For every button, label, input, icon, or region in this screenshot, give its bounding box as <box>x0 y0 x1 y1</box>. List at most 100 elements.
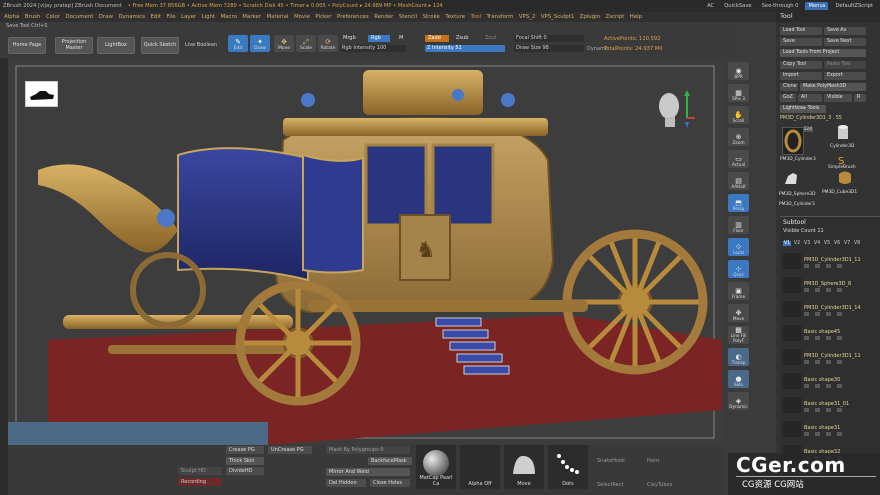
close-holes-button[interactable]: Close Holes <box>370 479 410 487</box>
visibility-eye-icon[interactable] <box>804 312 809 316</box>
zadd-toggle[interactable]: Zadd <box>425 35 449 42</box>
crease-pg-button[interactable]: Crease PG <box>226 446 264 454</box>
tool-thumb-cylinder-2[interactable]: PM3D_Cylinder3 <box>779 194 815 207</box>
lightbox-tools-button[interactable]: Lightbox▸ Tools <box>780 105 826 113</box>
lock-icon[interactable] <box>815 264 820 268</box>
subtool-item[interactable]: PM3D_Cylinder3D1_11 <box>783 347 879 369</box>
scale-mode-button[interactable]: ⤢ Scale <box>296 35 316 52</box>
projection-master-button[interactable]: Projection Master <box>55 37 93 54</box>
thick-skin-button[interactable]: Thick Skin <box>226 457 264 465</box>
quick-sketch-button[interactable]: Quick Sketch <box>141 37 179 54</box>
lock-icon[interactable] <box>815 384 820 388</box>
menu-brush[interactable]: Brush <box>25 14 41 20</box>
load-tools-from-project-button[interactable]: Load Tools From Project <box>780 49 866 57</box>
claytubes-brush[interactable]: ClayTubes <box>644 481 680 489</box>
stroke-slot[interactable]: Dots <box>548 445 588 489</box>
goz-r-button[interactable]: R <box>854 94 866 102</box>
tool-thumb-simplebrush[interactable]: S SimpleBrush <box>828 149 856 170</box>
visibility-tab-v6[interactable]: V6 <box>833 241 841 246</box>
goz-visible-button[interactable]: Visible <box>824 94 852 102</box>
sculpt-hd-button[interactable]: Sculpt HD <box>178 467 222 475</box>
shelf-zoom-button[interactable]: ⊕ Zoom <box>728 128 749 146</box>
menu-render[interactable]: Render <box>374 14 393 20</box>
menu-macro[interactable]: Macro <box>221 14 237 20</box>
navigation-gizmo[interactable] <box>653 84 697 134</box>
visibility-tab-v4[interactable]: V4 <box>813 241 821 246</box>
viewport-canvas[interactable]: ♞ <box>8 60 722 445</box>
m-toggle[interactable]: M <box>396 35 406 42</box>
copy-tool-button[interactable]: Copy Tool <box>780 61 822 69</box>
subtool-item[interactable]: Basic shape30 <box>783 371 879 393</box>
live-boolean-toggle[interactable]: Live Boolean <box>185 42 217 48</box>
mrgb-toggle[interactable]: Mrgb <box>340 35 359 42</box>
z-intensity-slider[interactable]: Z Intensity 51 <box>425 45 505 52</box>
subtool-item[interactable]: PM3D_Sphere3D_8 <box>783 275 879 297</box>
menu-picker[interactable]: Picker <box>315 14 331 20</box>
shelf-floor-button[interactable]: ▥ Floor <box>728 216 749 234</box>
visibility-eye-icon[interactable] <box>804 264 809 268</box>
visibility-tab-v8[interactable]: V8 <box>853 241 861 246</box>
save-next-button[interactable]: Save Next <box>824 38 866 46</box>
menu-zplugin[interactable]: Zplugin <box>580 14 600 20</box>
subtool-item[interactable]: Basic shape31_01 <box>783 395 879 417</box>
lock-icon[interactable] <box>815 336 820 340</box>
rotate-mode-button[interactable]: ⟳ Rotate <box>318 35 338 52</box>
visibility-tab-v3[interactable]: V3 <box>803 241 811 246</box>
export-button[interactable]: Export <box>824 72 866 80</box>
menu-preferences[interactable]: Preferences <box>337 14 369 20</box>
recording-button[interactable]: Recording <box>178 478 222 486</box>
shelf-local-button[interactable]: ⟐ Local <box>728 238 749 256</box>
shelf-actual-button[interactable]: ▭ Actual <box>728 150 749 168</box>
gear-icon[interactable] <box>837 288 842 292</box>
backface-mask-toggle[interactable]: BackfaceMask <box>368 457 412 465</box>
gear-icon[interactable] <box>837 264 842 268</box>
material-slot[interactable]: MatCap Pearl Ca <box>416 445 456 489</box>
ac-button[interactable]: AC <box>704 2 717 11</box>
visible-count-slider[interactable]: Visible Count 11 <box>780 228 880 234</box>
brush-slot[interactable]: Move <box>504 445 544 489</box>
polypaint-icon[interactable] <box>826 360 831 364</box>
shelf-spix-3-button[interactable]: ▦ SPix 3 <box>728 84 749 102</box>
save-button[interactable]: Save <box>780 38 822 46</box>
visibility-tab-v1[interactable]: V1 <box>783 241 791 246</box>
menu-material[interactable]: Material <box>267 14 289 20</box>
visibility-eye-icon[interactable] <box>804 360 809 364</box>
shelf-move-button[interactable]: ✥ Move <box>728 304 749 322</box>
subtool-item[interactable]: PM3D_Cylinder3D1_11 <box>783 251 879 273</box>
visibility-eye-icon[interactable] <box>804 384 809 388</box>
menu-light[interactable]: Light <box>202 14 215 20</box>
make-polymesh3d-button[interactable]: Make PolyMesh3D <box>800 83 866 91</box>
clone-button[interactable]: Clone <box>780 83 798 91</box>
shelf-frame-button[interactable]: ▣ Frame <box>728 282 749 300</box>
draw-mode-button[interactable]: ✦ Draw <box>250 35 270 52</box>
zcut-toggle[interactable]: Zcut <box>482 35 499 42</box>
gear-icon[interactable] <box>837 360 842 364</box>
lightbox-button[interactable]: LightBox <box>97 37 135 54</box>
del-hidden-button[interactable]: Del Hidden <box>326 479 366 487</box>
polypaint-icon[interactable] <box>826 336 831 340</box>
shelf-scroll-button[interactable]: ✋ Scroll <box>728 106 749 124</box>
mirror-and-weld-button[interactable]: Mirror And Weld <box>326 468 410 476</box>
quicksave-button[interactable]: QuickSave <box>721 2 754 11</box>
shelf-bpr-button[interactable]: ◉ BPR <box>728 62 749 80</box>
tool-thumb-cylinder[interactable]: Cylinder3D <box>830 124 854 149</box>
menu-tool[interactable]: Tool <box>471 14 481 20</box>
selectrect-brush[interactable]: SelectRect <box>594 481 630 489</box>
draw-size-slider[interactable]: Draw Size 98 <box>514 45 584 52</box>
menu-stroke[interactable]: Stroke <box>423 14 440 20</box>
load-tool-button[interactable]: Load Tool <box>780 27 822 35</box>
polypaint-icon[interactable] <box>826 312 831 316</box>
lock-icon[interactable] <box>815 432 820 436</box>
move-mode-button[interactable]: ✥ Move <box>274 35 294 52</box>
visibility-eye-icon[interactable] <box>804 432 809 436</box>
lock-icon[interactable] <box>815 408 820 412</box>
gear-icon[interactable] <box>837 336 842 340</box>
goz-button[interactable]: GoZ <box>780 94 796 102</box>
menu-zscript[interactable]: Zscript <box>606 14 625 20</box>
visibility-eye-icon[interactable] <box>804 336 809 340</box>
menu-marker[interactable]: Marker <box>242 14 261 20</box>
home-page-button[interactable]: Home Page <box>8 37 46 54</box>
menu-transform[interactable]: Transform <box>487 14 514 20</box>
uncrease-pg-button[interactable]: UnCrease PG <box>268 446 312 454</box>
import-button[interactable]: Import <box>780 72 822 80</box>
